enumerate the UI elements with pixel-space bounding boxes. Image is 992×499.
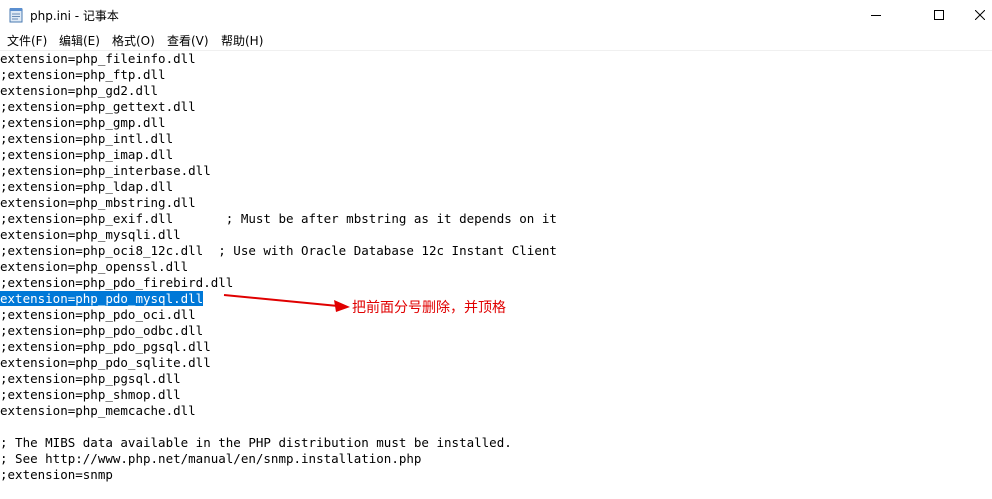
- editor-line: ;extension=php_gettext.dll: [0, 99, 196, 114]
- menu-help[interactable]: 帮助(H): [221, 32, 263, 49]
- editor-line: ;extension=php_pdo_firebird.dll: [0, 275, 234, 290]
- editor-line: ;extension=php_pdo_odbc.dll: [0, 323, 204, 338]
- red-arrow-icon: [223, 294, 350, 312]
- minimize-button[interactable]: [853, 0, 899, 30]
- window-title: php.ini - 记事本: [30, 9, 119, 23]
- editor-line: extension=php_mbstring.dll: [0, 195, 196, 210]
- editor-line: ;extension=snmp: [0, 467, 113, 482]
- close-icon: [975, 10, 985, 20]
- selected-editor-line: extension=php_pdo_mysql.dll: [0, 291, 204, 307]
- annotation-note: 把前面分号删除，并顶格: [352, 300, 506, 316]
- menu-file[interactable]: 文件(F): [7, 32, 47, 49]
- editor-line: extension=php_mysqli.dll: [0, 227, 181, 242]
- editor-line: ;extension=php_pgsql.dll: [0, 371, 181, 386]
- menu-bar: 文件(F) 编辑(E) 格式(O) 查看(V) 帮助(H): [0, 30, 992, 50]
- menu-edit[interactable]: 编辑(E): [59, 32, 100, 49]
- editor-line: extension=php_fileinfo.dll: [0, 51, 196, 66]
- editor-line: ;extension=php_gmp.dll: [0, 115, 166, 130]
- minimize-icon: [871, 15, 881, 16]
- menu-view[interactable]: 查看(V): [167, 32, 209, 49]
- maximize-icon: [934, 10, 944, 20]
- editor-line: extension=php_openssl.dll: [0, 259, 189, 274]
- editor-line: ;extension=php_imap.dll: [0, 147, 174, 162]
- maximize-button[interactable]: [916, 0, 962, 30]
- editor-line: ; See http://www.php.net/manual/en/snmp.…: [0, 451, 422, 466]
- notepad-icon: [9, 8, 23, 23]
- editor-line: extension=php_pdo_sqlite.dll: [0, 355, 211, 370]
- notepad-window: php.ini - 记事本 文件(F) 编辑(E) 格式(O) 查看(V) 帮助…: [0, 0, 992, 499]
- editor-line: ;extension=php_ldap.dll: [0, 179, 174, 194]
- selected-text[interactable]: extension=php_pdo_mysql.dll: [0, 291, 204, 306]
- text-editor[interactable]: extension=php_fileinfo.dll ;extension=ph…: [0, 51, 992, 499]
- editor-line: ;extension=php_shmop.dll: [0, 387, 181, 402]
- editor-line: ;extension=php_exif.dll ; Must be after …: [0, 211, 557, 226]
- editor-line: ;extension=php_interbase.dll: [0, 163, 211, 178]
- menu-format[interactable]: 格式(O): [112, 32, 155, 49]
- editor-line: ;extension=php_ftp.dll: [0, 67, 166, 82]
- editor-line: extension=php_gd2.dll: [0, 83, 159, 98]
- editor-line: ;extension=php_pdo_pgsql.dll: [0, 339, 211, 354]
- close-button[interactable]: [968, 0, 992, 30]
- editor-line: ;extension=php_pdo_oci.dll: [0, 307, 196, 322]
- editor-line: ;extension=php_oci8_12c.dll ; Use with O…: [0, 243, 557, 258]
- editor-line: ; The MIBS data available in the PHP dis…: [0, 435, 512, 450]
- editor-line: ;extension=php_intl.dll: [0, 131, 174, 146]
- editor-line: extension=php_memcache.dll: [0, 403, 196, 418]
- title-bar[interactable]: php.ini - 记事本: [0, 0, 992, 30]
